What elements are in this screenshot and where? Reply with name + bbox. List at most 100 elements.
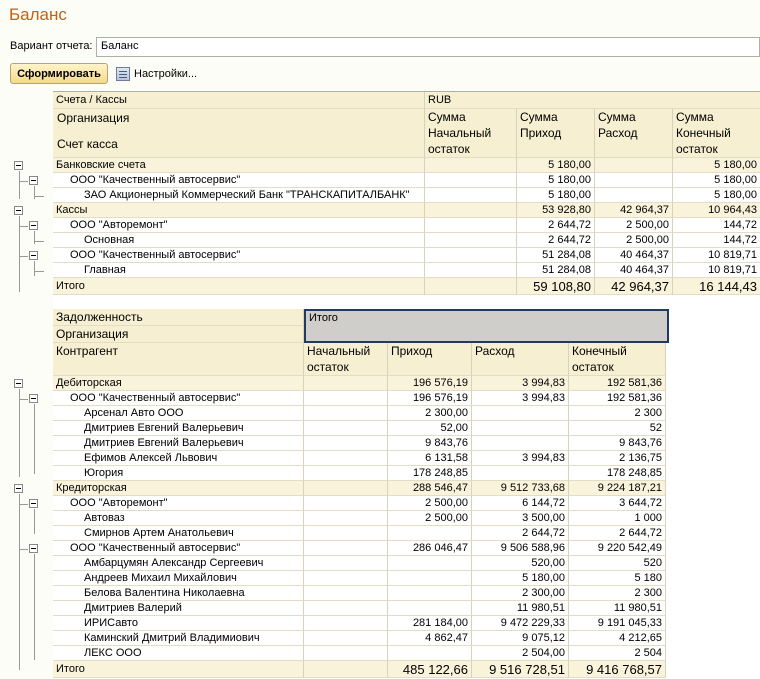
table-row: ООО "Авторемонт" 2 500,00 6 144,72 3 644,72: [53, 496, 666, 511]
table-row: Основная 2 644,72 2 500,00 144,72: [53, 233, 760, 248]
row-income: 6 131,58: [388, 451, 472, 466]
row-start: [425, 158, 517, 173]
row-income: 178 248,85: [388, 466, 472, 481]
row-start: [304, 616, 388, 631]
table-row: Банковские счета 5 180,00 5 180,00: [53, 158, 760, 173]
row-name: Каминский Дмитрий Владимиович: [53, 631, 304, 646]
row-end: 2 136,75: [569, 451, 666, 466]
collapse-toggle[interactable]: [29, 221, 38, 230]
tree-line: [19, 399, 28, 400]
tree-line: [34, 404, 35, 474]
collapse-toggle[interactable]: [29, 499, 38, 508]
tree-line: [19, 226, 28, 227]
row-start: [425, 218, 517, 233]
row-end: 178 248,85: [569, 466, 666, 481]
total-expense: 42 964,37: [595, 278, 673, 295]
row-start: [304, 586, 388, 601]
row-name: Дмитриев Евгений Валерьевич: [53, 436, 304, 451]
table-row: Дебиторская 196 576,19 3 994,83 192 581,36: [53, 376, 666, 391]
row-income: 2 500,00: [388, 511, 472, 526]
table-row: ЗАО Акционерный Коммерческий Банк "ТРАНС…: [53, 188, 760, 203]
row-expense: 2 504,00: [472, 646, 569, 661]
collapse-toggle[interactable]: [29, 544, 38, 553]
row-start: [304, 436, 388, 451]
table-header-row: Контрагент Начальный остаток Приход Расход К…: [53, 343, 666, 376]
row-end: 5 180,00: [673, 158, 760, 173]
table-row: ИРИСавто 281 184,00 9 472 229,33 9 191 045,…: [53, 616, 666, 631]
collapse-toggle[interactable]: [14, 161, 23, 170]
row-end: 5 180,00: [673, 173, 760, 188]
row-end: 9 220 542,49: [569, 541, 666, 556]
row-end: 520: [569, 556, 666, 571]
row-name: Андреев Михаил Михайлович: [53, 571, 304, 586]
row-name: ООО "Авторемонт": [53, 218, 425, 233]
row-income: 52,00: [388, 421, 472, 436]
collapse-toggle[interactable]: [29, 176, 38, 185]
row-name: ООО "Качественный автосервис": [53, 248, 425, 263]
row-expense: [472, 406, 569, 421]
table-row: Белова Валентина Николаевна 2 300,00 2 300: [53, 586, 666, 601]
row-start: [304, 511, 388, 526]
row-end: 144,72: [673, 218, 760, 233]
row-start: [304, 391, 388, 406]
table-total-row: Итого 59 108,80 42 964,37 16 144,43: [53, 278, 760, 295]
total-end: 16 144,43: [673, 278, 760, 295]
row-start: [304, 526, 388, 541]
row-start: [304, 601, 388, 616]
row-expense: 11 980,51: [472, 601, 569, 616]
settings-icon: [116, 67, 130, 81]
collapse-toggle[interactable]: [14, 484, 23, 493]
tree-line: [34, 554, 35, 660]
header-col-start: Начальный остаток: [304, 343, 388, 376]
collapse-toggle[interactable]: [14, 379, 23, 388]
table-row: Кассы 53 928,80 42 964,37 10 964,43: [53, 203, 760, 218]
tree-line: [19, 494, 20, 670]
header-org: Организация: [53, 326, 304, 343]
row-expense: 40 464,37: [595, 263, 673, 278]
row-end: 9 843,76: [569, 436, 666, 451]
row-name: Дмитриев Валерий: [53, 601, 304, 616]
collapse-toggle[interactable]: [14, 206, 23, 215]
table-total-row: Итого 485 122,66 9 516 728,51 9 416 768,57: [53, 661, 666, 678]
table-row: Ефимов Алексей Львович 6 131,58 3 994,83 2 …: [53, 451, 666, 466]
row-name: Смирнов Артем Анатольевич: [53, 526, 304, 541]
row-start: [304, 631, 388, 646]
total-start: [425, 278, 517, 295]
row-expense: 3 994,83: [472, 451, 569, 466]
row-start: [304, 481, 388, 496]
collapse-toggle[interactable]: [29, 394, 38, 403]
generate-button[interactable]: Сформировать: [10, 63, 108, 84]
table-row: Арсенал Авто ООО 2 300,00 2 300: [53, 406, 666, 421]
row-end: 10 819,71: [673, 263, 760, 278]
total-income: 485 122,66: [388, 661, 472, 678]
row-expense: [595, 173, 673, 188]
table-row: ООО "Качественный автосервис" 196 576,19 3…: [53, 391, 666, 406]
header-org: Организация: [57, 111, 130, 125]
row-expense: [472, 466, 569, 481]
row-start: [304, 556, 388, 571]
tree-line: [34, 271, 44, 272]
row-name: Югория: [53, 466, 304, 481]
tree-line: [19, 256, 28, 257]
variant-input[interactable]: Баланс: [96, 37, 760, 57]
row-expense: 9 506 588,96: [472, 541, 569, 556]
row-end: 9 224 187,21: [569, 481, 666, 496]
row-name: Автоваз: [53, 511, 304, 526]
header-col-income: Приход: [388, 343, 472, 376]
tree-line: [19, 549, 28, 550]
row-end: 5 180: [569, 571, 666, 586]
itogo-field[interactable]: Итого: [304, 309, 669, 343]
tree-line: [19, 171, 20, 199]
row-start: [304, 421, 388, 436]
total-income: 59 108,80: [517, 278, 595, 295]
row-income: [388, 571, 472, 586]
row-income: 5 180,00: [517, 188, 595, 203]
row-expense: 520,00: [472, 556, 569, 571]
settings-button[interactable]: Настройки...: [116, 66, 197, 82]
collapse-toggle[interactable]: [29, 251, 38, 260]
table-row: Каминский Дмитрий Владимиович 4 862,47 9 0…: [53, 631, 666, 646]
row-name: Основная: [53, 233, 425, 248]
header-col-expense: Расход: [472, 343, 569, 376]
row-name: Дебиторская: [53, 376, 304, 391]
row-name: Главная: [53, 263, 425, 278]
